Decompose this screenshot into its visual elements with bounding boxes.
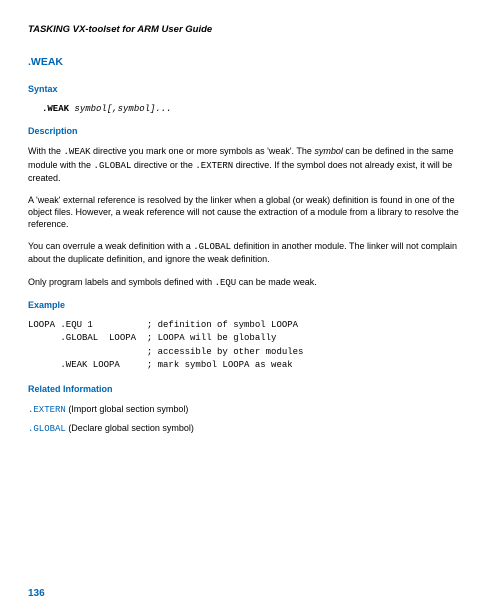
syntax-keyword: .WEAK (42, 104, 69, 114)
description-p4: Only program labels and symbols defined … (28, 276, 472, 289)
example-code: LOOPA .EQU 1 ; definition of symbol LOOP… (28, 319, 472, 373)
text: directive you mark one or more symbols a… (91, 146, 315, 156)
text: Only program labels and symbols defined … (28, 277, 215, 287)
description-p2: A 'weak' external reference is resolved … (28, 194, 472, 230)
description-p3: You can overrule a weak definition with … (28, 240, 472, 265)
text: directive or the (131, 160, 195, 170)
directive-global: .GLOBAL (193, 242, 231, 252)
directive-weak: .WEAK (64, 147, 91, 157)
symbol-text: symbol (314, 146, 343, 156)
doc-header: TASKING VX-toolset for ARM User Guide (28, 24, 472, 37)
syntax-line: .WEAK symbol[,symbol]... (42, 103, 472, 115)
description-p1: With the .WEAK directive you mark one or… (28, 145, 472, 183)
syntax-args: symbol[,symbol]... (74, 104, 171, 114)
text: can be made weak. (236, 277, 317, 287)
description-heading: Description (28, 125, 472, 137)
directive-equ: .EQU (215, 278, 237, 288)
ref-text: (Import global section symbol) (66, 404, 189, 414)
ref-keyword-global: .GLOBAL (28, 424, 66, 434)
ref-keyword-extern: .EXTERN (28, 405, 66, 415)
related-item-global: .GLOBAL (Declare global section symbol) (28, 422, 472, 435)
page-number: 136 (28, 587, 45, 601)
section-title: .WEAK (28, 55, 472, 69)
directive-global: .GLOBAL (94, 161, 132, 171)
directive-extern: .EXTERN (195, 161, 233, 171)
related-item-extern: .EXTERN (Import global section symbol) (28, 403, 472, 416)
text: With the (28, 146, 64, 156)
text: You can overrule a weak definition with … (28, 241, 193, 251)
ref-text: (Declare global section symbol) (66, 423, 194, 433)
example-heading: Example (28, 299, 472, 311)
related-heading: Related Information (28, 383, 472, 395)
syntax-heading: Syntax (28, 83, 472, 95)
